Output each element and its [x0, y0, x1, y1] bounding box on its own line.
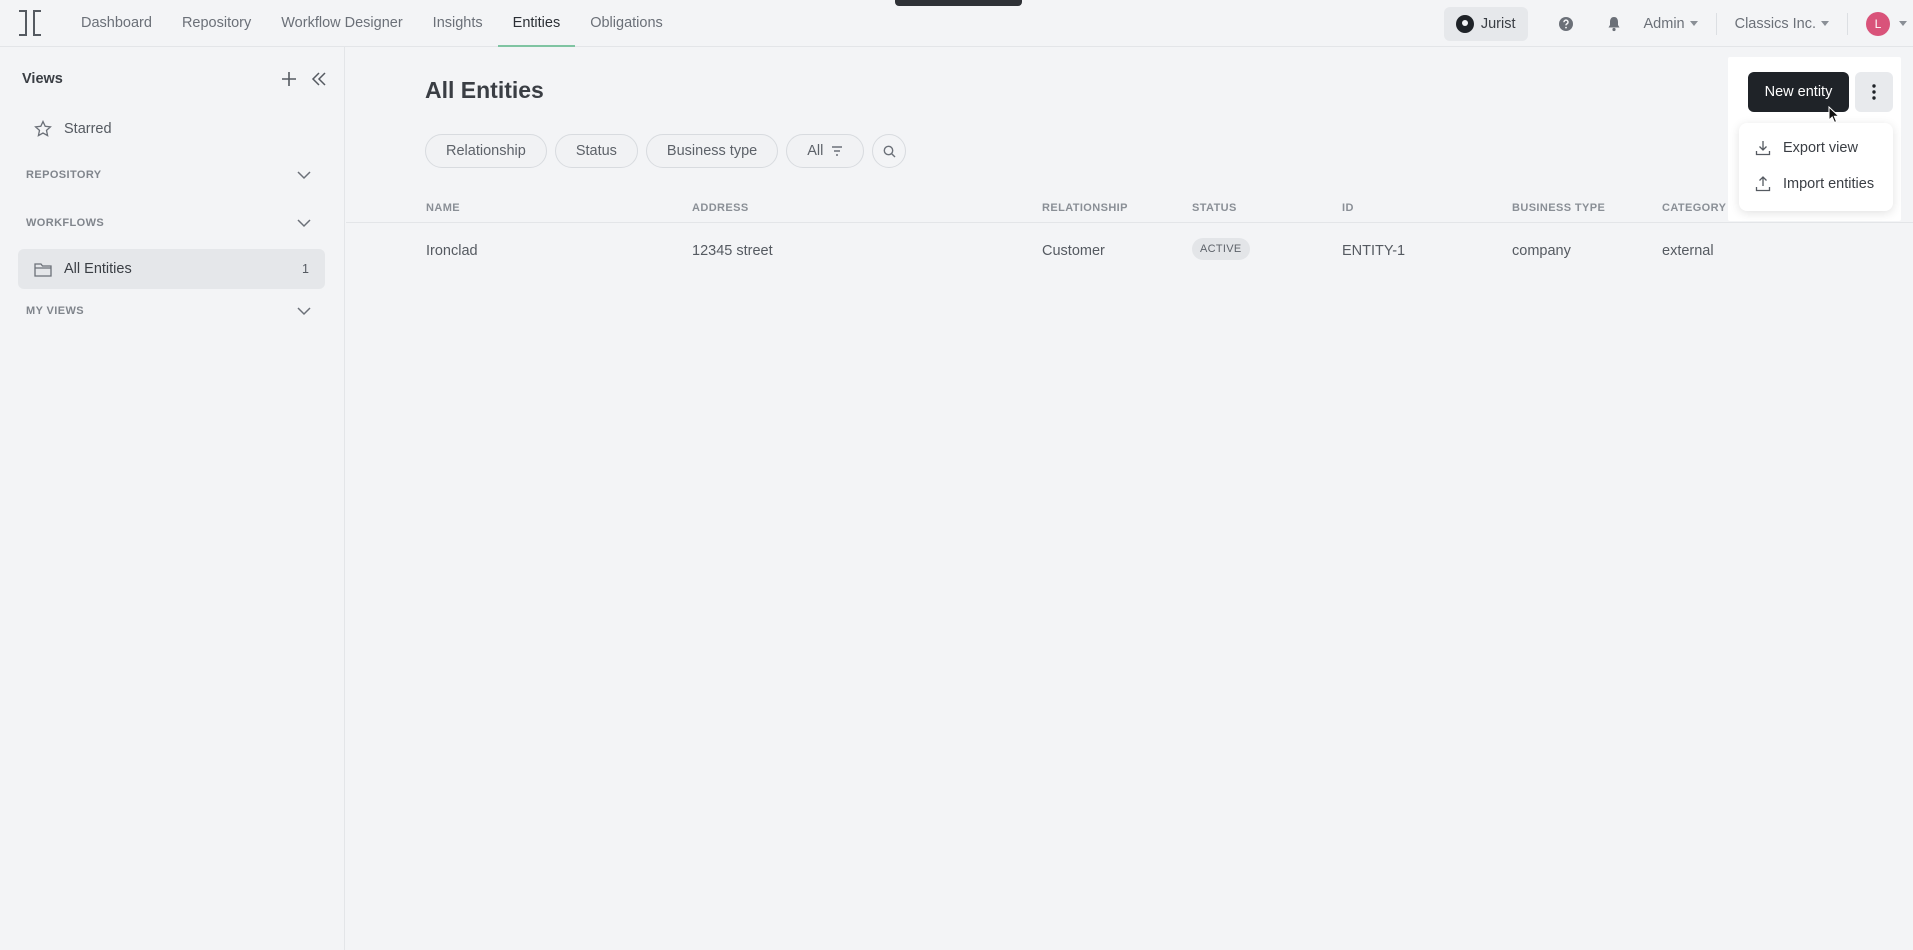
help-button[interactable] — [1548, 7, 1584, 41]
menu-item-label: Import entities — [1783, 176, 1875, 192]
filter-business-type[interactable]: Business type — [645, 134, 779, 168]
chevron-down-icon — [1689, 21, 1698, 26]
app-logo[interactable] — [0, 0, 60, 47]
nav-workflow-designer[interactable]: Workflow Designer — [266, 0, 417, 47]
jurist-icon — [1455, 14, 1474, 33]
column-header-address[interactable]: ADDRESS — [692, 202, 749, 214]
filter-label: All — [807, 143, 824, 159]
views-sidebar: Views Starred REPOSITORY WORKFLOWS All E… — [0, 47, 345, 950]
filter-relationship[interactable]: Relationship — [425, 134, 547, 168]
plus-icon[interactable] — [281, 71, 297, 87]
section-workflows[interactable]: WORKFLOWS — [26, 217, 311, 229]
sidebar-item-count: 1 — [302, 262, 309, 276]
filter-label: Status — [575, 143, 617, 159]
jurist-button[interactable]: Jurist — [1443, 6, 1528, 41]
nav-repository[interactable]: Repository — [167, 0, 266, 47]
chevron-down-icon — [1899, 21, 1907, 26]
column-header-business-type[interactable]: BUSINESS TYPE — [1512, 202, 1605, 214]
filter-label: Business type — [666, 143, 758, 159]
more-options-menu: Export view Import entities — [1739, 123, 1893, 211]
sidebar-item-all-entities[interactable]: All Entities 1 — [18, 249, 325, 289]
download-icon — [1755, 141, 1771, 156]
column-header-relationship[interactable]: RELATIONSHIP — [1042, 202, 1128, 214]
nav-obligations[interactable]: Obligations — [575, 0, 678, 47]
menu-item-label: Export view — [1783, 140, 1858, 156]
status-badge: ACTIVE — [1192, 238, 1250, 260]
top-bar: Dashboard Repository Workflow Designer I… — [0, 0, 1913, 47]
org-label: Classics Inc. — [1734, 15, 1816, 32]
section-label: MY VIEWS — [26, 305, 85, 317]
cell-relationship: Customer — [1042, 243, 1105, 259]
admin-label: Admin — [1643, 15, 1685, 32]
sidebar-item-label: All Entities — [64, 261, 132, 277]
filter-label: Relationship — [446, 143, 526, 159]
sidebar-title: Views — [22, 71, 63, 87]
main-content: All Entities Relationship Status Busines… — [346, 47, 1913, 950]
notifications-button[interactable] — [1596, 7, 1632, 41]
filter-bar: Relationship Status Business type All — [425, 134, 907, 168]
filter-icon — [832, 146, 843, 156]
table-header: NAME ADDRESS RELATIONSHIP STATUS ID BUSI… — [346, 195, 1913, 223]
column-header-id[interactable]: ID — [1342, 202, 1354, 214]
main-nav: Dashboard Repository Workflow Designer I… — [66, 0, 678, 47]
help-icon — [1558, 16, 1573, 31]
cell-id: ENTITY-1 — [1342, 243, 1406, 259]
cell-address: 12345 street — [692, 243, 773, 259]
star-icon — [34, 120, 52, 137]
column-header-name[interactable]: NAME — [426, 202, 460, 214]
nav-entities[interactable]: Entities — [497, 0, 576, 47]
bell-icon — [1608, 16, 1619, 31]
chevron-down-icon — [297, 306, 311, 315]
top-right-controls: Jurist Admin Classics Inc. L — [1443, 0, 1913, 47]
divider — [1847, 12, 1848, 35]
table-row[interactable]: Ironclad 12345 street Customer ACTIVE EN… — [346, 223, 1913, 283]
section-repository[interactable]: REPOSITORY — [26, 169, 311, 181]
sidebar-item-label: Starred — [64, 121, 112, 137]
section-label: WORKFLOWS — [26, 217, 105, 229]
column-header-status[interactable]: STATUS — [1192, 202, 1237, 214]
chevron-down-icon — [297, 170, 311, 179]
filter-all[interactable]: All — [786, 134, 865, 168]
logo-icon — [19, 10, 41, 36]
filter-status[interactable]: Status — [554, 134, 638, 168]
search-icon — [883, 145, 896, 157]
jurist-label: Jurist — [1480, 15, 1516, 32]
sidebar-item-starred[interactable]: Starred — [34, 120, 112, 138]
cell-business-type: company — [1512, 243, 1571, 259]
section-my-views[interactable]: MY VIEWS — [26, 305, 311, 317]
mouse-cursor-icon — [1828, 106, 1840, 124]
org-menu[interactable]: Classics Inc. — [1735, 16, 1829, 32]
kebab-menu-icon — [1872, 84, 1876, 100]
divider — [1715, 12, 1717, 35]
page-title: All Entities — [425, 77, 544, 103]
cell-name: Ironclad — [426, 243, 478, 259]
column-header-category[interactable]: CATEGORY — [1662, 202, 1726, 214]
section-label: REPOSITORY — [26, 169, 102, 181]
upload-icon — [1755, 176, 1771, 192]
chevron-down-icon — [297, 218, 311, 227]
menu-item-import-entities[interactable]: Import entities — [1755, 176, 1874, 192]
menu-item-export-view[interactable]: Export view — [1755, 140, 1858, 156]
admin-menu[interactable]: Admin — [1644, 16, 1698, 32]
entities-table: NAME ADDRESS RELATIONSHIP STATUS ID BUSI… — [346, 195, 1913, 283]
cell-category: external — [1662, 243, 1714, 259]
nav-insights[interactable]: Insights — [418, 0, 498, 47]
top-center-handle — [895, 0, 1022, 6]
chevron-down-icon — [1821, 21, 1829, 26]
collapse-sidebar-icon[interactable] — [311, 71, 327, 87]
nav-dashboard[interactable]: Dashboard — [66, 0, 167, 47]
sidebar-header: Views — [22, 71, 327, 87]
more-options-button[interactable] — [1855, 72, 1893, 112]
folder-icon — [34, 262, 52, 277]
search-button[interactable] — [872, 134, 907, 168]
avatar: L — [1866, 11, 1890, 36]
user-menu[interactable]: L — [1866, 11, 1907, 36]
